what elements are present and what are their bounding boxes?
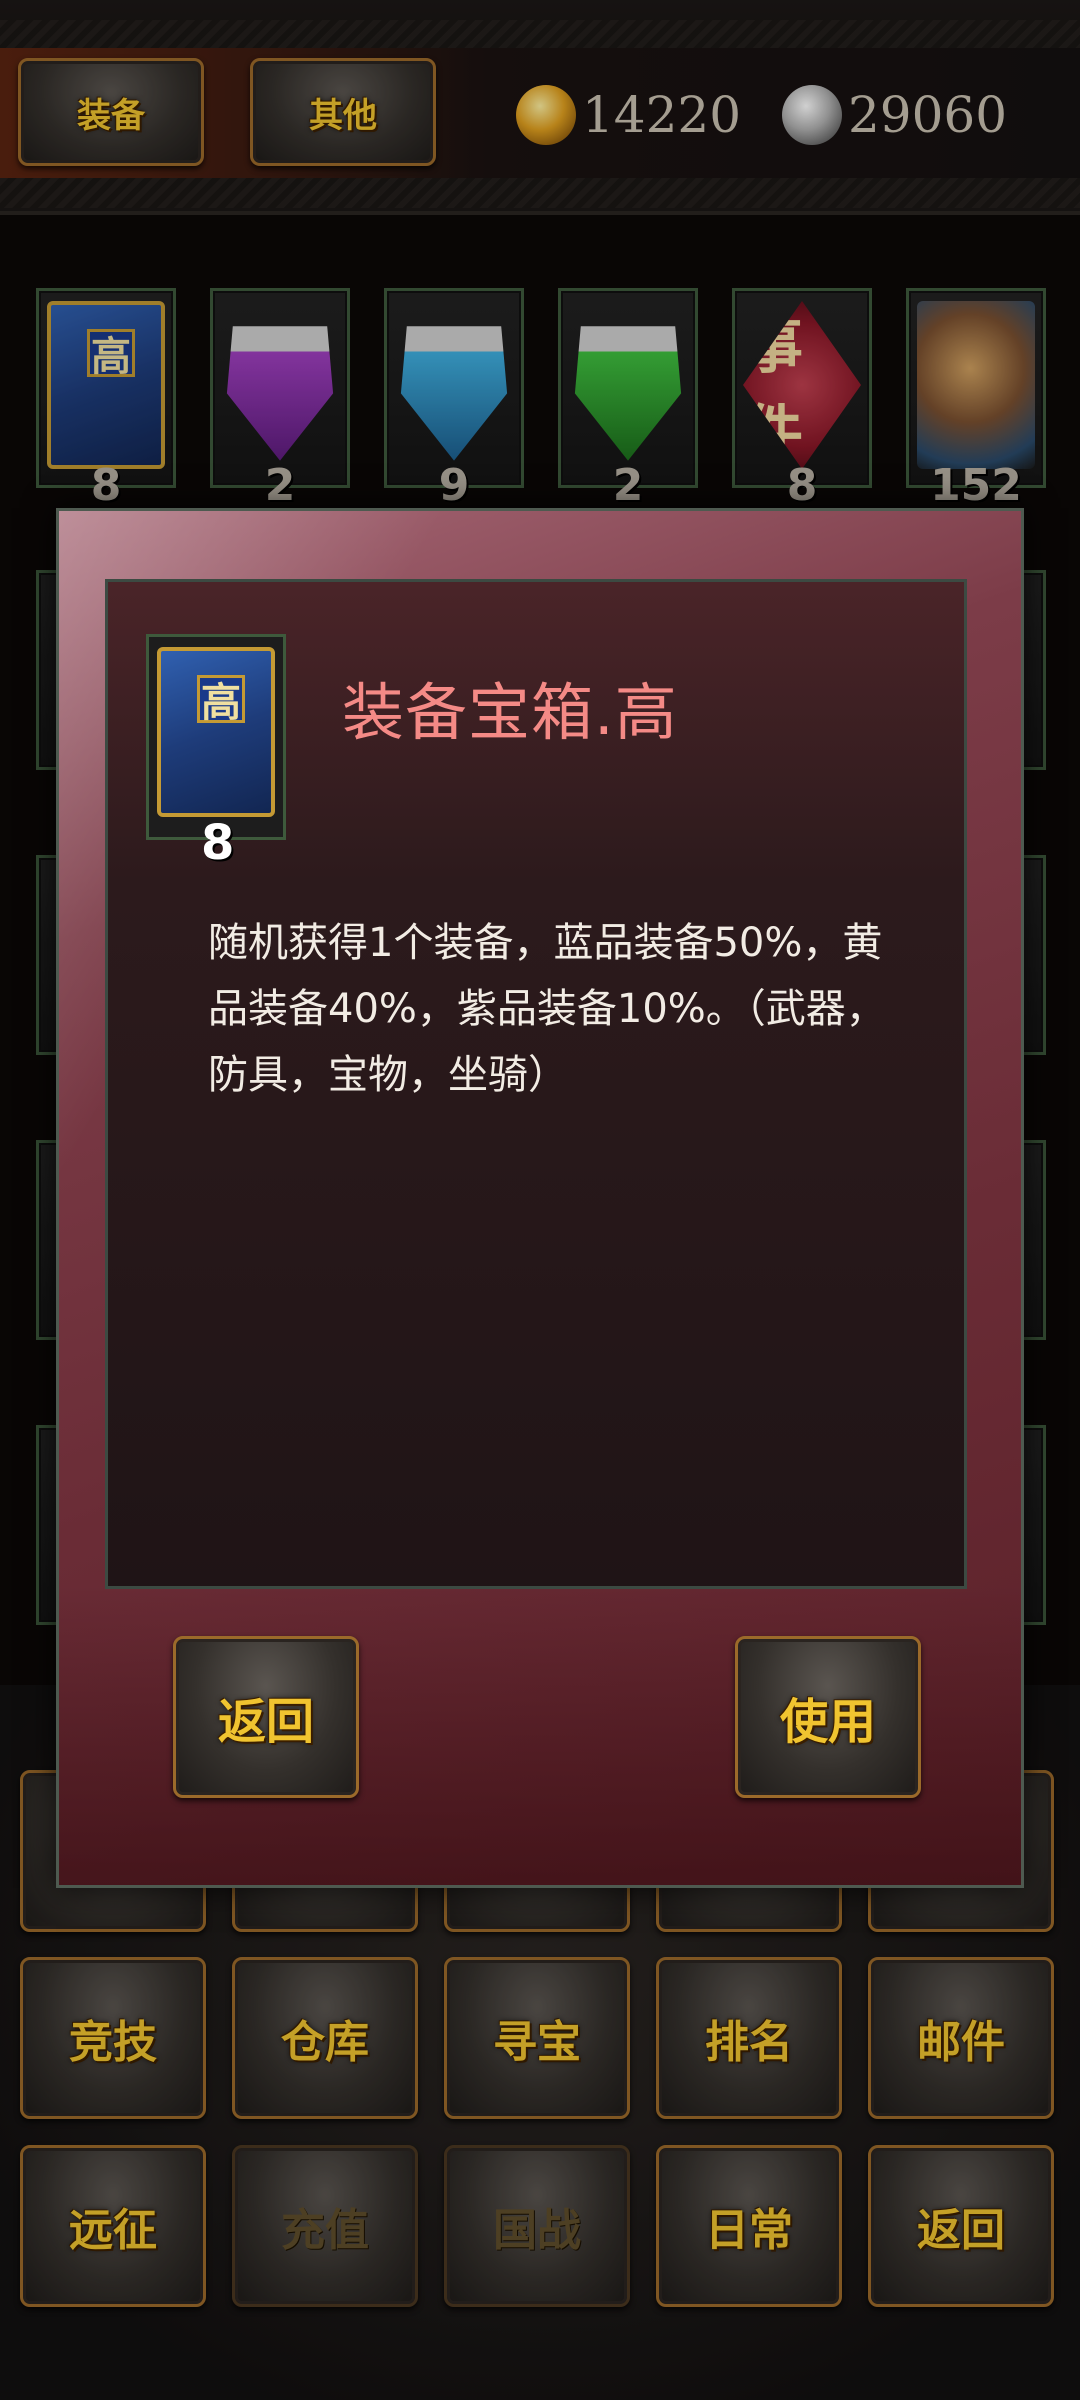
dialog-use-button[interactable]: 使用 xyxy=(735,1636,921,1798)
item-detail-dialog: 高 8 装备宝箱.高 随机获得1个装备，蓝品装备50%，黄品装备40%，紫品装备… xyxy=(56,508,1024,1888)
item-count: 8 xyxy=(201,815,235,871)
box-glyph: 高 xyxy=(197,675,245,726)
item-description: 随机获得1个装备，蓝品装备50%，黄品装备40%，紫品装备10%。（武器，防具，… xyxy=(208,920,886,1098)
dialog-back-button[interactable]: 返回 xyxy=(173,1636,359,1798)
item-title: 装备宝箱.高 xyxy=(342,676,678,749)
dialog-content-panel: 高 8 装备宝箱.高 随机获得1个装备，蓝品装备50%，黄品装备40%，紫品装备… xyxy=(105,579,967,1589)
item-icon-frame: 高 8 xyxy=(146,634,286,871)
treasure-box-icon: 高 xyxy=(157,647,275,817)
